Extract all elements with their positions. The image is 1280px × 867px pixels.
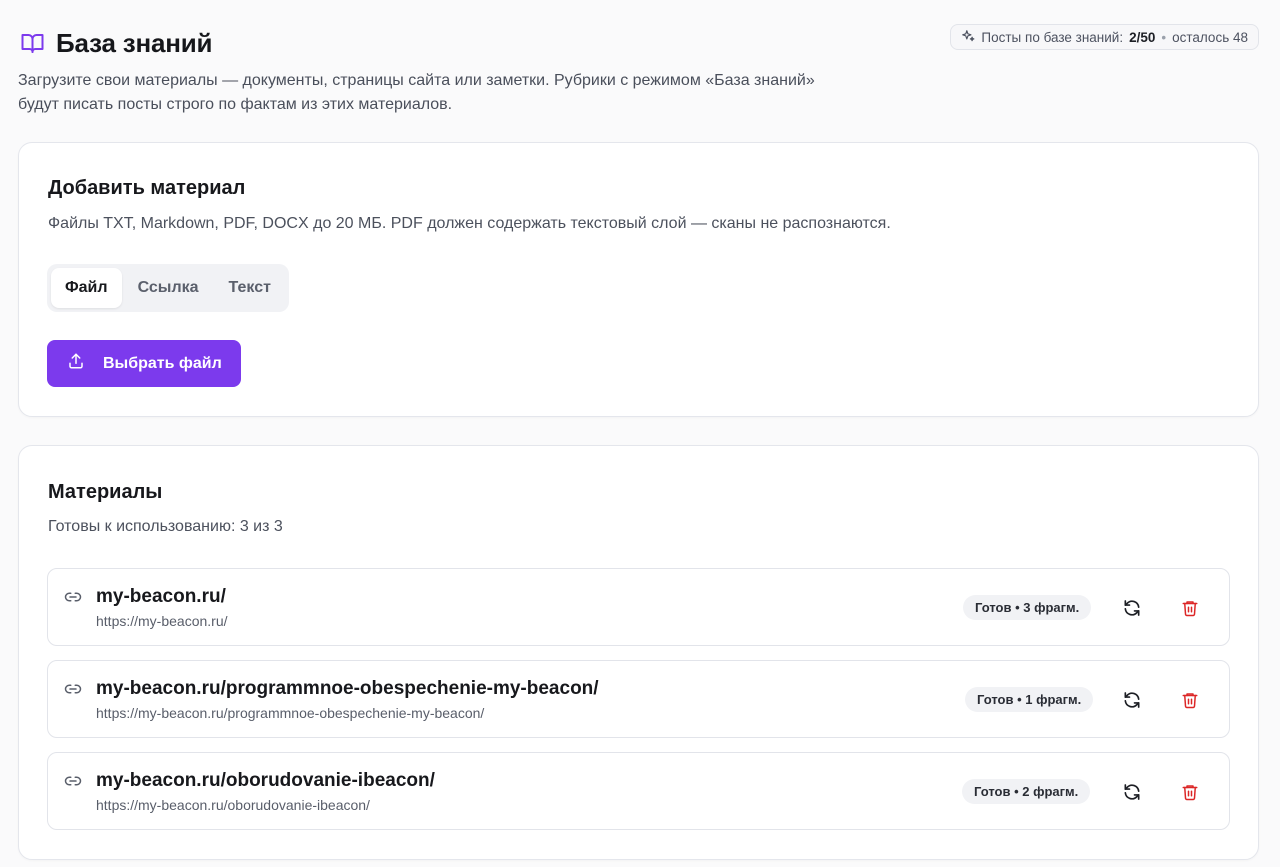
link-icon [64, 680, 82, 698]
trash-icon[interactable] [1177, 779, 1203, 805]
materials-title: Материалы [48, 481, 163, 503]
status-badge: Готов • 1 фрагм. [965, 687, 1094, 712]
book-open-icon [18, 29, 46, 57]
quota-value: 2/50 [1129, 29, 1156, 45]
tab-link[interactable]: Ссылка [124, 268, 213, 308]
materials-card: Материалы Готовы к использованию: 3 из 3… [18, 445, 1259, 860]
material-url[interactable]: https://my-beacon.ru/oborudovanie-ibeaco… [96, 797, 370, 813]
add-material-subtitle: Файлы TXT, Markdown, PDF, DOCX до 20 МБ.… [48, 215, 891, 232]
trash-icon[interactable] [1177, 687, 1203, 713]
source-tabs: Файл Ссылка Текст [47, 264, 289, 312]
quota-badge: Посты по базе знаний: 2/50 • осталось 48 [950, 24, 1259, 50]
list-item: my-beacon.ru/programmnoe-obespechenie-my… [47, 660, 1230, 738]
refresh-icon[interactable] [1119, 779, 1145, 805]
refresh-icon[interactable] [1119, 687, 1145, 713]
material-title[interactable]: my-beacon.ru/programmnoe-obespechenie-my… [96, 678, 599, 700]
page-header: База знаний Посты по базе знаний: 2/50 •… [18, 24, 1259, 117]
material-title[interactable]: my-beacon.ru/ [96, 586, 226, 608]
materials-list: my-beacon.ru/ https://my-beacon.ru/ Гото… [47, 568, 1230, 844]
choose-file-button[interactable]: Выбрать файл [47, 340, 241, 387]
sparkles-icon [961, 29, 975, 46]
trash-icon[interactable] [1177, 595, 1203, 621]
materials-summary: Готовы к использованию: 3 из 3 [48, 518, 283, 535]
list-item: my-beacon.ru/ https://my-beacon.ru/ Гото… [47, 568, 1230, 646]
quota-separator: • [1161, 29, 1167, 45]
material-url[interactable]: https://my-beacon.ru/programmnoe-obespec… [96, 705, 484, 721]
quota-label: Посты по базе знаний: [981, 29, 1124, 45]
knowledge-base-page: База знаний Посты по базе знаний: 2/50 •… [0, 0, 1280, 867]
material-title[interactable]: my-beacon.ru/oborudovanie-ibeacon/ [96, 770, 435, 792]
material-url[interactable]: https://my-beacon.ru/ [96, 613, 228, 629]
list-item: my-beacon.ru/oborudovanie-ibeacon/ https… [47, 752, 1230, 830]
link-icon [64, 588, 82, 606]
refresh-icon[interactable] [1119, 595, 1145, 621]
add-material-card: Добавить материал Файлы TXT, Markdown, P… [18, 142, 1259, 417]
status-badge: Готов • 3 фрагм. [963, 595, 1092, 620]
quota-remaining: осталось 48 [1172, 29, 1248, 45]
add-material-title: Добавить материал [48, 177, 246, 199]
link-icon [64, 772, 82, 790]
page-title: База знаний [56, 27, 213, 58]
tab-text[interactable]: Текст [215, 268, 285, 308]
choose-file-label: Выбрать файл [103, 354, 222, 372]
status-badge: Готов • 2 фрагм. [962, 779, 1091, 804]
tab-file[interactable]: Файл [51, 268, 122, 308]
upload-icon [67, 352, 85, 375]
page-description: Загрузите свои материалы — документы, ст… [18, 72, 815, 113]
